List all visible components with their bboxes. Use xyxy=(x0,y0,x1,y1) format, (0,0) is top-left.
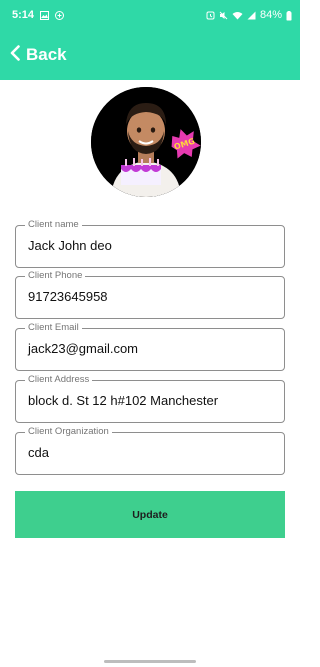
chevron-left-icon xyxy=(10,44,20,66)
status-left: 5:14 xyxy=(12,9,65,21)
client-organization-field[interactable]: Client Organization cda xyxy=(15,426,285,475)
home-gesture-bar[interactable] xyxy=(104,660,196,663)
client-email-value[interactable]: jack23@gmail.com xyxy=(28,341,138,356)
back-button[interactable]: Back xyxy=(10,44,67,66)
memoji-avatar-icon: OMG xyxy=(91,87,201,197)
back-label: Back xyxy=(26,45,67,64)
mute-icon xyxy=(219,11,228,20)
client-phone-value[interactable]: 91723645958 xyxy=(28,289,108,304)
status-bar: 5:14 84% xyxy=(0,0,300,30)
wifi-icon xyxy=(232,11,243,20)
client-address-field[interactable]: Client Address block d. St 12 h#102 Manc… xyxy=(15,374,285,423)
alarm-icon xyxy=(206,11,215,20)
client-name-label: Client name xyxy=(25,219,82,231)
client-address-label: Client Address xyxy=(25,374,93,386)
client-phone-label: Client Phone xyxy=(25,270,86,282)
battery-percent: 84% xyxy=(259,9,282,21)
client-name-field[interactable]: Client name Jack John deo xyxy=(15,219,285,268)
avatar[interactable]: OMG xyxy=(91,87,201,197)
notification-icon xyxy=(55,10,65,20)
client-name-value[interactable]: Jack John deo xyxy=(28,238,112,253)
status-time: 5:14 xyxy=(12,9,35,21)
client-email-field[interactable]: Client Email jack23@gmail.com xyxy=(15,322,285,371)
client-address-value[interactable]: block d. St 12 h#102 Manchester xyxy=(28,393,218,408)
app-bar: Back xyxy=(0,30,300,80)
client-email-label: Client Email xyxy=(25,322,82,334)
signal-icon xyxy=(247,11,256,20)
status-right: 84% xyxy=(206,9,292,21)
update-button[interactable]: Update xyxy=(15,491,285,538)
image-icon xyxy=(40,10,50,20)
client-phone-field[interactable]: Client Phone 91723645958 xyxy=(15,270,285,319)
client-organization-label: Client Organization xyxy=(25,426,112,438)
client-organization-value[interactable]: cda xyxy=(28,445,49,460)
battery-icon xyxy=(286,10,292,20)
